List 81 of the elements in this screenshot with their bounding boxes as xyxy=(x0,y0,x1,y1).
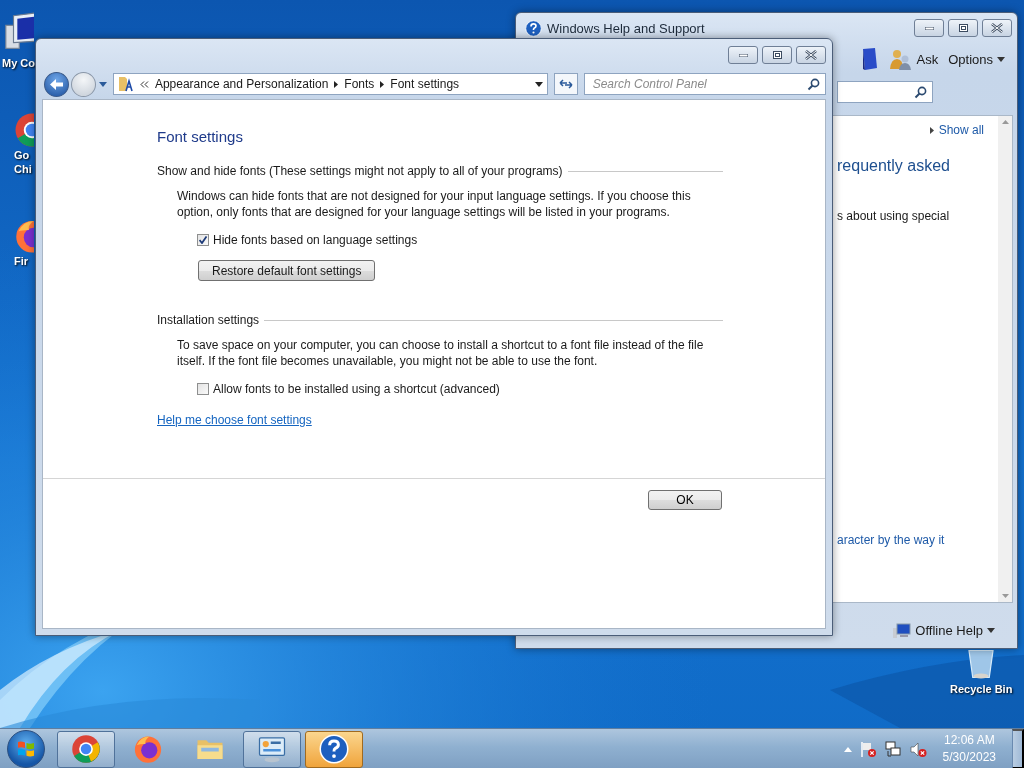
checkbox[interactable] xyxy=(197,234,209,246)
window-title: Windows Help and Support xyxy=(547,20,706,36)
section-heading: Installation settings xyxy=(157,313,260,327)
breadcrumb-item[interactable]: Fonts xyxy=(344,77,375,91)
computer-icon xyxy=(893,622,912,639)
search-icon xyxy=(807,78,820,91)
minimize-icon xyxy=(924,26,934,30)
minimize-button[interactable] xyxy=(728,46,758,64)
minimize-icon xyxy=(738,53,748,57)
search-field[interactable] xyxy=(837,81,933,103)
triangle-icon xyxy=(380,80,385,88)
show-all-link[interactable]: Show all xyxy=(929,123,984,137)
back-button[interactable] xyxy=(44,71,69,97)
restore-button[interactable]: Restore default font settings xyxy=(198,260,376,281)
close-button[interactable] xyxy=(796,46,826,64)
taskbar-button[interactable] xyxy=(57,730,115,768)
page-title: Font settings xyxy=(157,128,244,145)
search-field[interactable]: Search Control Panel xyxy=(583,73,826,95)
control-panel-icon xyxy=(257,734,287,764)
up-arrow-icon xyxy=(1001,120,1009,124)
book-icon xyxy=(860,47,879,71)
left-arrow-icon xyxy=(49,78,63,90)
checkbox-label[interactable]: Allow fonts to be installed using a shortcut (advanced) xyxy=(213,382,500,396)
maximize-icon xyxy=(958,24,968,32)
options-menu[interactable]: Options xyxy=(948,51,1005,67)
section-heading: requently asked xyxy=(837,157,951,175)
triangle-icon xyxy=(334,80,339,88)
desktop-icon-label: Fir xyxy=(14,254,29,268)
help-link[interactable]: aracter by the way it xyxy=(837,533,998,547)
firefox-icon xyxy=(133,734,163,764)
refresh-icon xyxy=(558,78,573,90)
windows-logo-icon xyxy=(17,740,35,758)
up-arrow-icon xyxy=(843,746,852,752)
close-icon xyxy=(991,23,1003,33)
maximize-button[interactable] xyxy=(948,19,978,37)
chrome-icon xyxy=(71,734,101,764)
help-icon xyxy=(319,734,349,764)
browse-help-button[interactable] xyxy=(860,47,879,71)
help-link[interactable]: Help me choose font settings xyxy=(157,413,312,427)
ask-button[interactable]: Ask xyxy=(888,47,939,71)
help-icon xyxy=(525,19,542,37)
start-button[interactable] xyxy=(7,730,45,768)
maximize-button[interactable] xyxy=(762,46,792,64)
refresh-button[interactable] xyxy=(553,73,578,95)
checkbox[interactable] xyxy=(197,383,209,395)
scrollbar[interactable] xyxy=(998,116,1012,602)
people-icon xyxy=(888,47,913,71)
show-desktop-button[interactable] xyxy=(1012,729,1024,768)
network-icon xyxy=(884,740,902,758)
down-arrow-icon xyxy=(1001,594,1009,598)
maximize-icon xyxy=(772,51,782,59)
address-bar[interactable]: Appearance and Personalization Fonts Font settings xyxy=(112,73,548,95)
desktop-icon-label: Go xyxy=(14,148,30,162)
checkbox-label[interactable]: Hide fonts based on language settings xyxy=(213,233,418,247)
minimize-button[interactable] xyxy=(914,19,944,37)
search-icon xyxy=(914,85,927,99)
caret-icon xyxy=(997,56,1005,62)
checkmark-icon xyxy=(199,236,207,244)
desktop-icon-label: My Co xyxy=(2,56,35,70)
close-button[interactable] xyxy=(982,19,1012,37)
caret-icon xyxy=(534,81,543,87)
fonts-folder-icon xyxy=(117,76,134,92)
caret-icon xyxy=(987,628,995,633)
breadcrumb-item[interactable]: Appearance and Personalization xyxy=(154,77,329,91)
breadcrumb-item[interactable]: Font settings xyxy=(390,77,460,91)
flag-icon xyxy=(859,740,877,758)
desktop-icon-label: Chi xyxy=(14,162,32,176)
description-text: To save space on your computer, you can choose to install a shortcut to a font file instead of the file itself. If the font file becomes unavailable, you might not be able to use the font. xyxy=(177,337,705,369)
ok-button[interactable]: OK xyxy=(648,490,722,510)
triangle-icon xyxy=(929,126,934,134)
taskbar-button[interactable] xyxy=(305,730,363,768)
help-text: s about using special xyxy=(837,209,951,223)
offline-help-menu[interactable]: Offline Help xyxy=(893,622,995,639)
speaker-muted-icon xyxy=(909,740,927,758)
taskbar-button[interactable] xyxy=(243,730,301,768)
chevron-icon xyxy=(139,80,149,88)
section-heading: Show and hide fonts (These settings might not apply to all of your programs) xyxy=(157,164,563,178)
description-text: Windows can hide fonts that are not designed for your input language settings. If you choose this option, only fonts that are designed for your language settings will be listed in your programs. xyxy=(177,188,692,220)
caret-icon xyxy=(98,81,107,87)
close-icon xyxy=(805,50,817,60)
desktop-icon-label: Recycle Bin xyxy=(950,682,1013,696)
